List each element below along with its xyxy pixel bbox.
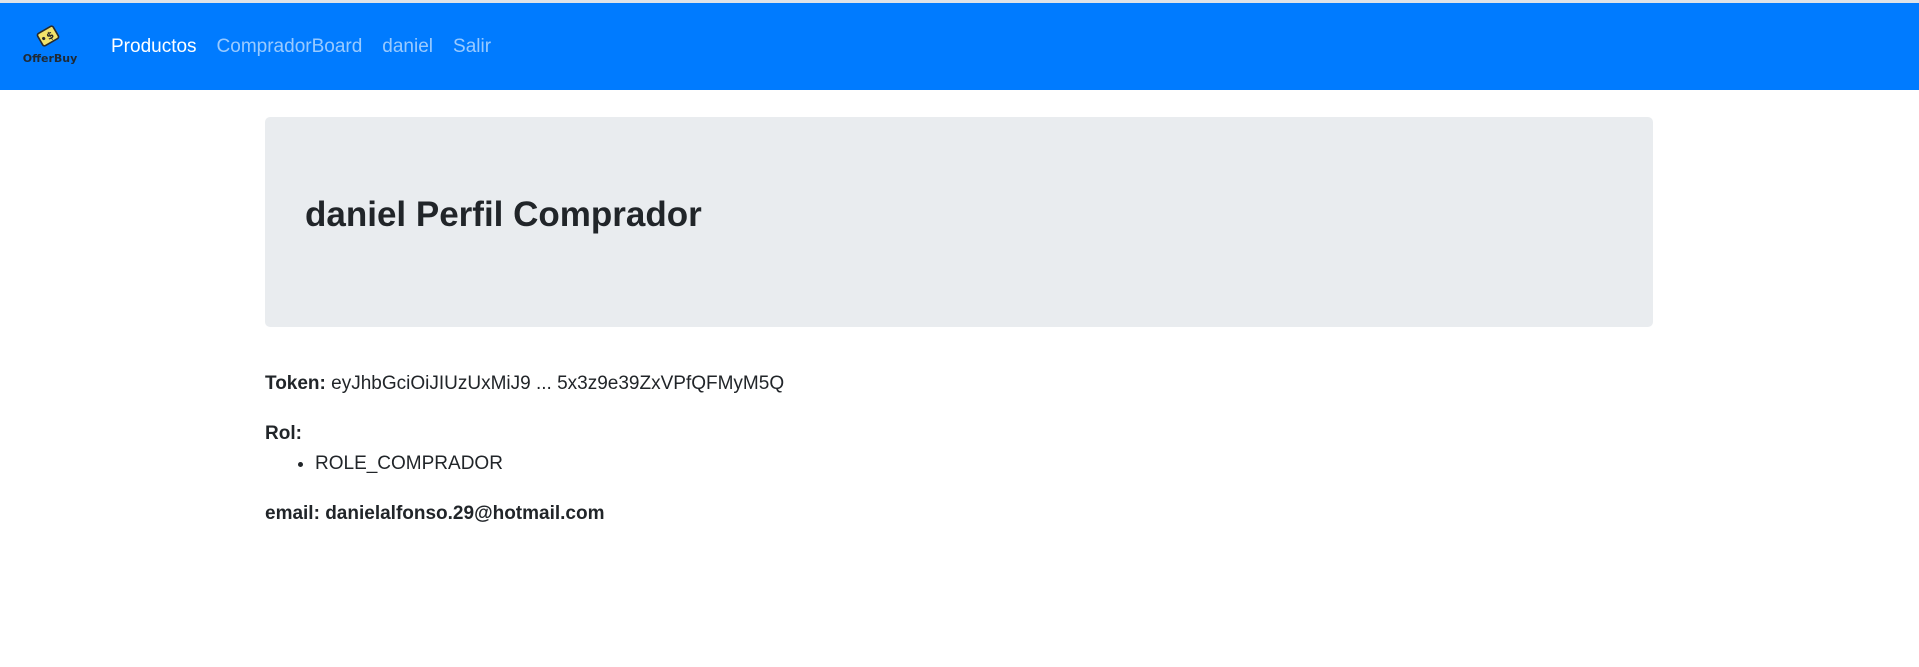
profile-header: daniel Perfil Comprador [265,117,1653,327]
nav-link-compradorboard[interactable]: CompradorBoard [217,36,363,58]
role-list: ROLE_COMPRADOR [265,452,503,476]
rol-row: Rol: [265,422,302,446]
token-label: Token: [265,373,326,394]
token-row: Token: eyJhbGciOiJIUzUxMiJ9 ... 5x3z9e39… [265,372,784,396]
nav-link-productos[interactable]: Productos [111,36,197,58]
rol-label: Rol: [265,423,302,444]
nav-link-user-profile[interactable]: daniel [382,36,433,58]
email-row: email: danielalfonso.29@hotmail.com [265,503,605,524]
nav-link-salir[interactable]: Salir [453,36,491,58]
svg-text:OfferBuy: OfferBuy [23,52,78,65]
nav-links: Productos CompradorBoard daniel Salir [111,3,511,90]
brand-logo[interactable]: $ OfferBuy [22,23,78,69]
offerbuy-logo-icon: $ OfferBuy [23,25,78,65]
role-item: ROLE_COMPRADOR [315,452,503,476]
page-title: daniel Perfil Comprador [305,195,702,234]
top-navbar: $ OfferBuy Productos CompradorBoard dani… [0,3,1919,90]
token-value: eyJhbGciOiJIUzUxMiJ9 ... 5x3z9e39ZxVPfQF… [331,373,785,394]
